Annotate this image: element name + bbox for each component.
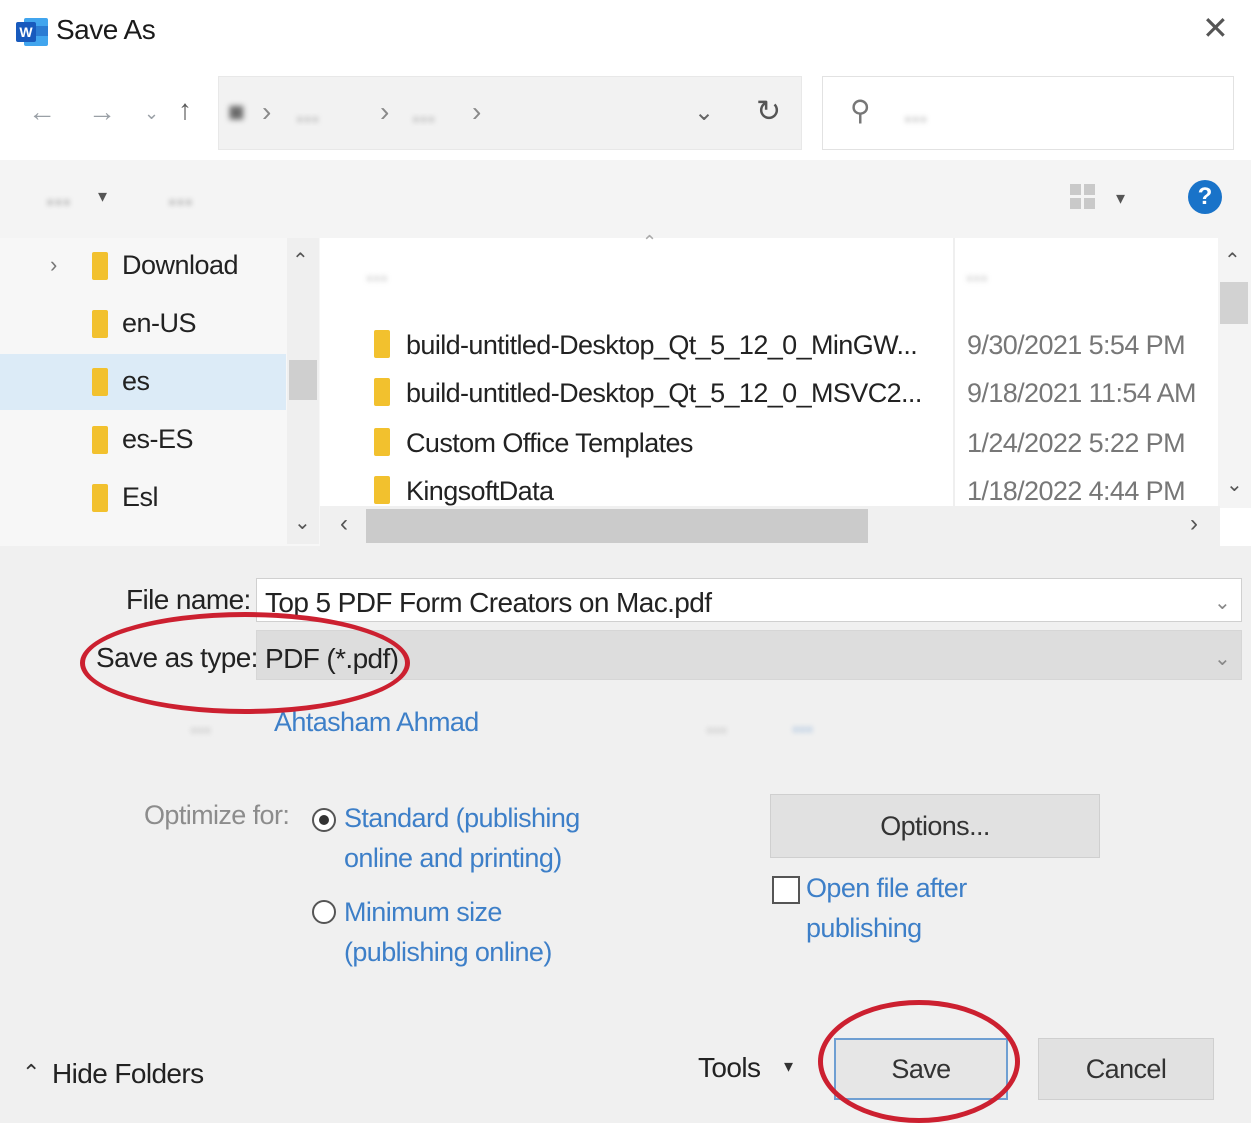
close-icon[interactable]: ✕ xyxy=(1202,12,1229,44)
radio-standard[interactable] xyxy=(312,808,336,832)
search-icon: ⚲ xyxy=(850,95,871,126)
cancel-button[interactable]: Cancel xyxy=(1038,1038,1214,1100)
file-row[interactable]: build-untitled-Desktop_Qt_5_12_0_MSVC2..… xyxy=(370,368,1220,416)
folder-icon xyxy=(374,428,390,456)
organize-button[interactable]: ... xyxy=(46,178,71,212)
sort-indicator-icon: ⌃ xyxy=(642,232,658,252)
breadcrumb-item[interactable]: ■ xyxy=(228,96,245,128)
chevron-down-icon[interactable]: ⌄ xyxy=(144,104,159,122)
folder-icon xyxy=(92,426,108,454)
file-date: 9/30/2021 5:54 PM xyxy=(967,330,1186,360)
breadcrumb-separator: › xyxy=(380,96,390,127)
tree-item-en-us[interactable]: en-US xyxy=(0,296,286,352)
highlight-ring-save xyxy=(818,1000,1020,1123)
open-after-publishing-checkbox[interactable] xyxy=(772,876,800,904)
title-bar xyxy=(0,0,1251,68)
chevron-right-icon[interactable]: › xyxy=(50,252,57,278)
word-icon: W xyxy=(16,16,50,48)
tools-dropdown-icon[interactable]: ▾ xyxy=(784,1056,793,1077)
horizontal-scroll-thumb[interactable] xyxy=(366,509,868,543)
file-name: build-untitled-Desktop_Qt_5_12_0_MSVC2..… xyxy=(406,378,922,408)
file-name: KingsoftData xyxy=(406,476,554,506)
file-list-scrollbar[interactable] xyxy=(1218,238,1251,508)
folder-icon xyxy=(374,330,390,358)
scroll-down-icon[interactable]: ⌄ xyxy=(294,510,311,535)
file-name-value: Top 5 PDF Form Creators on Mac.pdf xyxy=(265,587,712,618)
folder-icon xyxy=(374,476,390,504)
radio-minimum-size[interactable] xyxy=(312,900,336,924)
tree-item-label: Esl xyxy=(122,482,159,512)
option-minimum-line2[interactable]: (publishing online) xyxy=(344,932,552,972)
scroll-down-icon[interactable]: ⌄ xyxy=(1226,472,1243,497)
tags-label: ... xyxy=(706,708,727,738)
file-name: Custom Office Templates xyxy=(406,428,693,458)
svg-text:W: W xyxy=(19,24,33,40)
arrow-left-icon[interactable]: ← xyxy=(28,98,56,126)
file-name-input[interactable]: Top 5 PDF Form Creators on Mac.pdf xyxy=(256,578,1242,622)
tree-item-label: Download xyxy=(122,250,239,280)
breadcrumb-item[interactable]: ... xyxy=(412,96,435,128)
tree-item-esl[interactable]: Esl xyxy=(0,470,286,526)
folder-tree: › Download en-US es es-ES Esl xyxy=(0,238,320,546)
breadcrumb-item[interactable]: ... xyxy=(296,96,319,128)
new-folder-button[interactable]: ... xyxy=(168,178,193,212)
file-date: 1/18/2022 4:44 PM xyxy=(967,476,1186,506)
column-header-name[interactable]: ... xyxy=(366,256,388,287)
option-minimum-line1[interactable]: Minimum size xyxy=(344,892,502,932)
option-standard-line1[interactable]: Standard (publishing xyxy=(344,798,580,838)
chevron-down-icon[interactable]: ⌄ xyxy=(1214,590,1231,615)
highlight-ring-save-type xyxy=(80,612,410,714)
search-box[interactable] xyxy=(822,76,1234,150)
folder-icon xyxy=(92,252,108,280)
file-date: 9/18/2021 11:54 AM xyxy=(967,378,1197,408)
options-button[interactable]: Options... xyxy=(770,794,1100,858)
window-title: Save As xyxy=(56,14,156,45)
breadcrumb-separator: › xyxy=(262,96,272,127)
scroll-left-icon[interactable]: ‹ xyxy=(340,510,348,538)
folder-icon xyxy=(92,484,108,512)
arrow-up-icon[interactable]: ↑ xyxy=(178,96,192,124)
tree-item-download[interactable]: › Download xyxy=(0,238,286,294)
arrow-right-icon[interactable]: → xyxy=(88,98,116,126)
tags-value[interactable]: ... xyxy=(792,702,813,742)
folder-icon xyxy=(92,310,108,338)
folder-tree-scroll-thumb[interactable] xyxy=(289,360,317,400)
tools-button[interactable]: Tools xyxy=(698,1052,761,1084)
view-dropdown-icon[interactable]: ▾ xyxy=(1116,188,1125,209)
chevron-up-icon[interactable]: ⌃ xyxy=(22,1060,40,1086)
optimize-for-label: Optimize for: xyxy=(144,800,290,830)
file-row[interactable]: KingsoftData 1/18/2022 4:44 PM xyxy=(370,466,1220,506)
option-standard-line2[interactable]: online and printing) xyxy=(344,838,562,878)
scroll-up-icon[interactable]: ⌃ xyxy=(292,248,309,273)
scroll-right-icon[interactable]: › xyxy=(1190,510,1198,538)
open-after-line1[interactable]: Open file after xyxy=(806,868,967,908)
tree-item-es-es[interactable]: es-ES xyxy=(0,412,286,468)
breadcrumb-separator: › xyxy=(472,96,482,127)
chevron-down-icon[interactable]: ⌄ xyxy=(1214,646,1231,671)
tree-item-label: es-ES xyxy=(122,424,194,454)
address-dropdown-icon[interactable]: ⌄ xyxy=(694,98,714,127)
file-date: 1/24/2022 5:22 PM xyxy=(967,428,1186,458)
organize-dropdown-icon[interactable]: ▾ xyxy=(98,186,107,207)
file-row[interactable]: build-untitled-Desktop_Qt_5_12_0_MinGW..… xyxy=(370,320,1220,368)
file-name: build-untitled-Desktop_Qt_5_12_0_MinGW..… xyxy=(406,330,918,360)
column-header-date[interactable]: ... xyxy=(966,256,988,287)
hide-folders-button[interactable]: Hide Folders xyxy=(52,1058,204,1090)
tree-item-label: en-US xyxy=(122,308,197,338)
tree-item-label: es xyxy=(122,366,150,396)
folder-icon xyxy=(92,368,108,396)
refresh-icon[interactable]: ↻ xyxy=(756,94,781,129)
search-input[interactable]: ... xyxy=(904,96,927,128)
open-after-line2[interactable]: publishing xyxy=(806,908,922,948)
file-row[interactable]: Custom Office Templates 1/24/2022 5:22 P… xyxy=(370,418,1220,466)
file-list-scroll-thumb[interactable] xyxy=(1220,282,1248,324)
help-icon[interactable]: ? xyxy=(1188,180,1222,214)
tree-item-es[interactable]: es xyxy=(0,354,286,410)
folder-icon xyxy=(374,378,390,406)
scroll-up-icon[interactable]: ⌃ xyxy=(1224,248,1241,273)
view-grid-icon[interactable] xyxy=(1068,182,1098,217)
